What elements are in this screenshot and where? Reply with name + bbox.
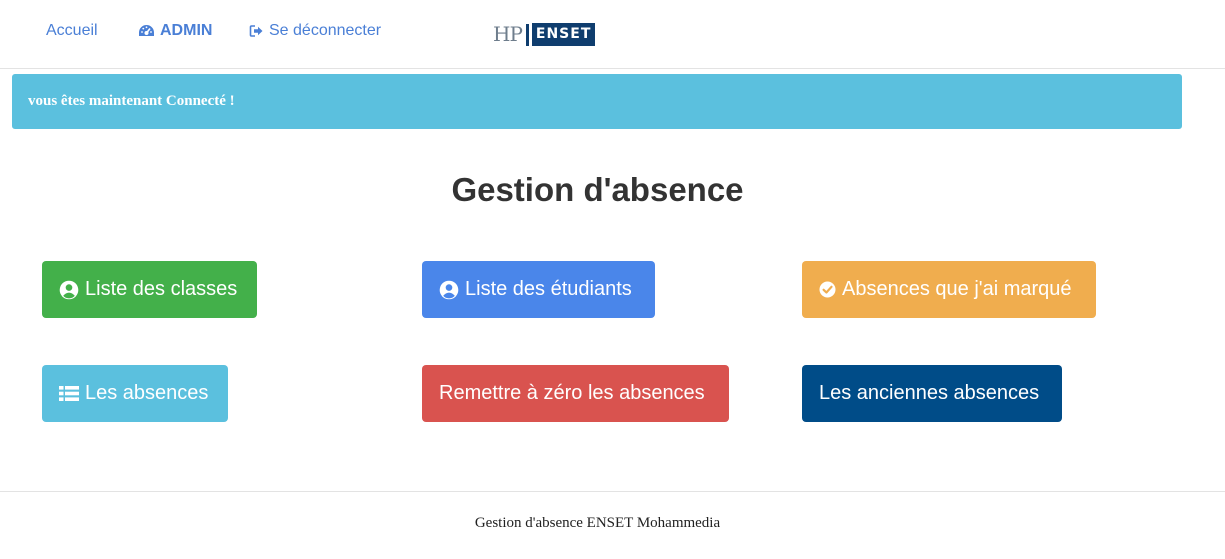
nav-home-link[interactable]: Accueil <box>46 20 98 42</box>
dashboard-icon <box>138 24 155 38</box>
success-alert: vous êtes maintenant Connecté ! <box>12 74 1182 129</box>
logo-enset-text: ENSET <box>531 23 596 46</box>
nav-admin-label: ADMIN <box>160 22 213 39</box>
sign-out-icon <box>249 24 264 38</box>
page-title: Gestion d'absence <box>451 171 744 208</box>
my-marked-absences-button[interactable]: Absences que j'ai marqué <box>802 261 1096 318</box>
nav-logout-link[interactable]: Se déconnecter <box>249 20 381 42</box>
nav-home-label: Accueil <box>46 22 98 39</box>
nav-logout-label: Se déconnecter <box>269 22 382 39</box>
enset-logo[interactable]: HP ENSET <box>493 21 596 48</box>
footer-text: Gestion d'absence ENSET Mohammedia <box>474 515 721 531</box>
user-circle-icon <box>439 280 459 300</box>
class-list-button[interactable]: Liste des classes <box>42 261 257 318</box>
student-list-button[interactable]: Liste des étudiants <box>422 261 655 318</box>
old-absences-label: Les anciennes absences <box>819 382 1040 404</box>
navbar: Accueil ADMIN Se déconnecter HP ENSET <box>0 0 1225 69</box>
user-circle-icon <box>59 280 79 300</box>
nav-admin-link[interactable]: ADMIN <box>138 20 212 42</box>
alert-message: vous êtes maintenant Connecté ! <box>28 93 235 109</box>
check-circle-icon <box>819 281 836 298</box>
logo-hp-mark: HP <box>493 22 523 46</box>
class-list-label: Liste des classes <box>85 278 238 300</box>
list-icon <box>59 385 79 402</box>
old-absences-button[interactable]: Les anciennes absences <box>802 365 1062 422</box>
reset-absences-label: Remettre à zéro les absences <box>439 382 705 404</box>
logo-divider <box>525 23 529 46</box>
student-list-label: Liste des étudiants <box>465 278 632 300</box>
reset-absences-button[interactable]: Remettre à zéro les absences <box>422 365 729 422</box>
absences-button[interactable]: Les absences <box>42 365 228 422</box>
my-marked-absences-label: Absences que j'ai marqué <box>842 278 1072 300</box>
absences-label: Les absences <box>85 382 209 404</box>
footer: Gestion d'absence ENSET Mohammedia <box>0 491 1225 559</box>
